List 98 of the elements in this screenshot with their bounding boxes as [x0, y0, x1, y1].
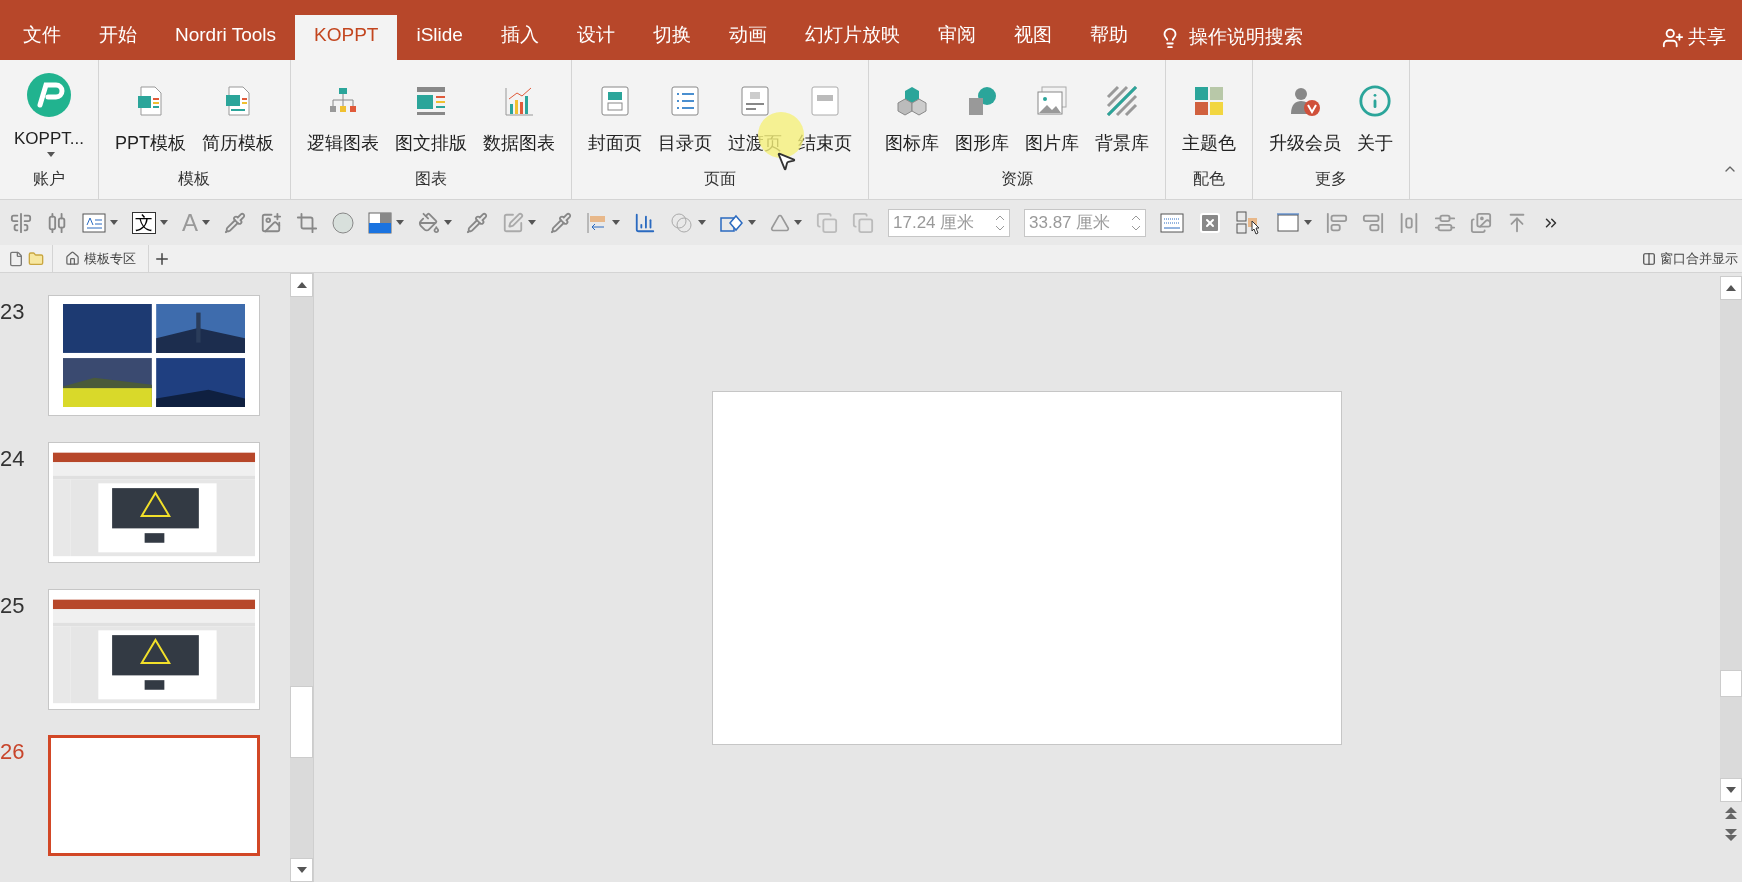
images-icon[interactable] — [1470, 211, 1492, 234]
previous-slide-icon[interactable] — [1724, 806, 1738, 820]
slide-thumbnail[interactable] — [48, 295, 260, 416]
ribbon-tab[interactable]: 文件 — [4, 15, 80, 60]
image-icon[interactable] — [260, 211, 282, 234]
ribbon-tab[interactable]: 审阅 — [918, 15, 995, 60]
slide-number: 25 — [0, 591, 26, 620]
info-icon — [1357, 84, 1392, 118]
caret-icon[interactable] — [794, 220, 802, 225]
document-tab[interactable]: 模板专区 — [53, 245, 149, 272]
caret-icon[interactable] — [748, 220, 756, 225]
merge-windows-button[interactable]: 窗口合并显示 — [1642, 245, 1742, 272]
ribbon-tab[interactable]: 视图 — [994, 15, 1071, 60]
group-label: 图表 — [413, 169, 448, 189]
ribbon-tab[interactable]: 插入 — [481, 15, 558, 60]
ribbon-button[interactable]: 图形库 — [948, 68, 1015, 157]
group-label: 更多 — [1313, 169, 1348, 189]
bar-chart-icon[interactable] — [634, 211, 656, 234]
close-icon[interactable] — [1198, 210, 1222, 235]
eyedropper-icon[interactable] — [550, 211, 572, 234]
image-icon — [1034, 84, 1069, 118]
ribbon-button[interactable]: 目录页 — [651, 68, 718, 157]
group-label: 模板 — [177, 169, 212, 189]
caret-icon[interactable] — [160, 220, 168, 225]
scroll-down-icon[interactable] — [1726, 787, 1736, 793]
align-icon[interactable] — [10, 211, 32, 234]
user-add-icon — [1662, 26, 1684, 49]
eyedropper-icon[interactable] — [466, 211, 488, 234]
ribbon-tab[interactable]: 幻灯片放映 — [785, 15, 919, 60]
new-file-icon[interactable] — [8, 250, 24, 267]
group-label: 账户 — [31, 169, 66, 189]
folder-icon[interactable] — [28, 250, 44, 267]
caret-icon[interactable] — [528, 220, 536, 225]
caret-icon[interactable] — [46, 151, 55, 157]
window-icon — [1642, 251, 1656, 266]
selection-cursor-icon[interactable] — [1236, 210, 1262, 235]
home-icon — [65, 251, 80, 266]
distribute-icon[interactable] — [46, 211, 68, 234]
align-left-icon[interactable] — [1326, 211, 1348, 234]
frame-icon[interactable] — [1276, 211, 1300, 234]
ribbon-button[interactable]: 图片库 — [1018, 68, 1085, 157]
scrollbar-thumb[interactable] — [1720, 670, 1742, 697]
circle-icon[interactable] — [332, 211, 354, 234]
stripes-icon — [1104, 84, 1139, 118]
ribbon-tab[interactable]: KOPPT — [295, 15, 398, 60]
paint-bucket-icon[interactable] — [418, 211, 440, 234]
thumbnail-scrollbar[interactable] — [290, 273, 314, 882]
scroll-up-icon[interactable] — [1726, 285, 1736, 291]
caret-icon[interactable] — [202, 220, 210, 225]
group-label: 页面 — [702, 169, 737, 189]
ribbon-button[interactable]: 简历模板 — [195, 68, 280, 157]
slide-number: 23 — [0, 298, 26, 326]
caret-icon[interactable] — [612, 220, 620, 225]
next-slide-icon[interactable] — [1724, 828, 1738, 842]
ribbon-button[interactable]: 关于 — [1350, 68, 1399, 157]
ribbon-button[interactable]: 数据图表 — [476, 68, 561, 157]
align-right-icon[interactable] — [1362, 211, 1384, 234]
ribbon-tab[interactable]: 设计 — [557, 15, 634, 60]
distribute-icon[interactable] — [1398, 211, 1420, 234]
caret-icon[interactable] — [698, 220, 706, 225]
ribbon-button[interactable]: 主题色 — [1175, 68, 1242, 157]
caret-icon[interactable] — [396, 220, 404, 225]
ribbon-tab[interactable]: 帮助 — [1070, 15, 1147, 60]
crop-icon[interactable] — [296, 211, 318, 234]
text-box-icon[interactable] — [1160, 212, 1184, 233]
ribbon-button[interactable]: 升级会员 — [1262, 68, 1347, 157]
share-button[interactable]: 共享 — [1662, 15, 1738, 60]
caret-icon[interactable] — [1304, 220, 1312, 225]
slide-number: 24 — [0, 444, 26, 473]
ribbon-button[interactable]: 封面页 — [581, 68, 648, 157]
cubes-icon — [894, 84, 929, 118]
scrollbar-thumb[interactable] — [290, 686, 313, 758]
group-label: 资源 — [999, 169, 1034, 189]
ribbon-tab[interactable]: 切换 — [633, 15, 710, 60]
caret-icon[interactable] — [110, 220, 118, 225]
scroll-down-icon[interactable] — [296, 867, 307, 873]
ribbon-tab[interactable]: 动画 — [709, 15, 786, 60]
slide-number: 26 — [0, 738, 26, 767]
ribbon-button[interactable]: PPT模板 — [108, 68, 192, 157]
slide-thumbnail[interactable] — [48, 735, 260, 857]
app-logo-icon — [25, 72, 72, 118]
scroll-up-icon[interactable] — [296, 282, 307, 288]
caret-icon[interactable] — [444, 220, 452, 225]
cursor-icon — [775, 150, 797, 172]
text-direction-icon[interactable]: 文 — [132, 211, 156, 234]
text-box-icon[interactable] — [82, 212, 106, 233]
account-button[interactable]: KOPPT... — [10, 68, 88, 157]
fill-color-icon[interactable] — [368, 211, 392, 234]
ribbon-tab[interactable]: 开始 — [80, 15, 156, 60]
ribbon-button[interactable]: 背景库 — [1088, 68, 1155, 157]
ribbon-tab[interactable]: iSlide — [397, 15, 482, 60]
tell-me-search[interactable]: 操作说明搜索 — [1188, 23, 1303, 52]
group-label: 配色 — [1191, 169, 1226, 189]
eyedropper-icon[interactable] — [224, 211, 246, 234]
ribbon-tab[interactable]: Nordri Tools — [156, 15, 296, 60]
ribbon-button[interactable]: 逻辑图表 — [300, 68, 385, 157]
ribbon-button[interactable]: 图标库 — [878, 68, 945, 157]
ribbon-button[interactable]: 图文排版 — [388, 68, 473, 157]
